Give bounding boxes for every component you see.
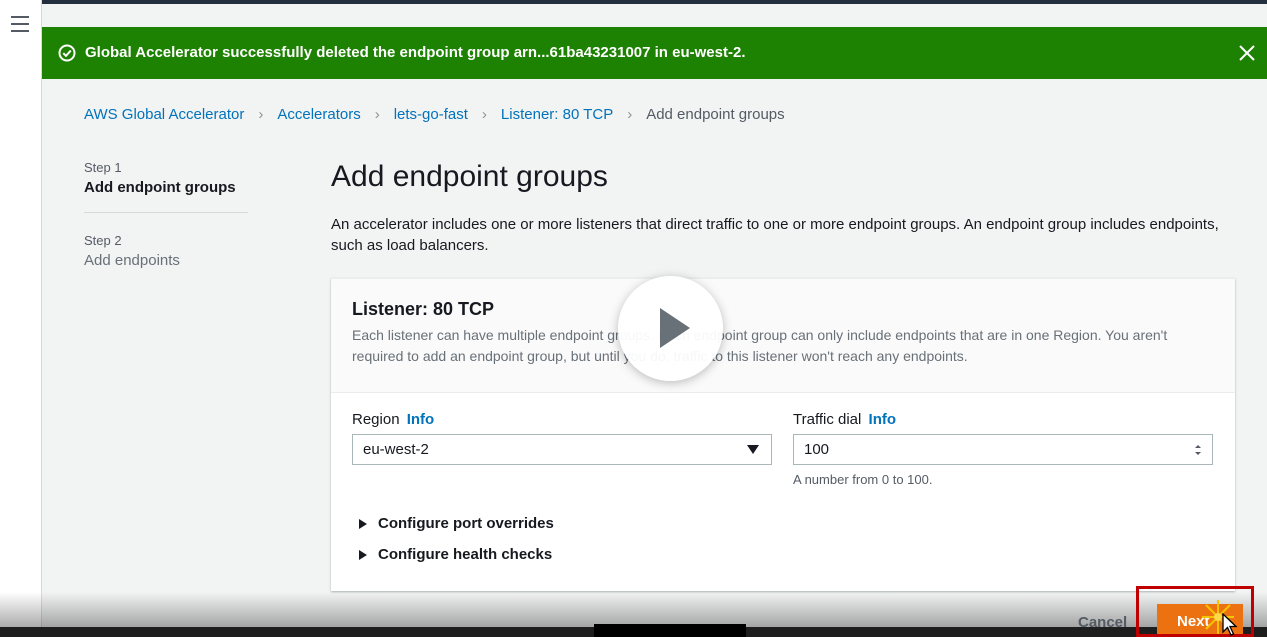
page-title: Add endpoint groups <box>331 160 608 193</box>
check-circle-icon <box>58 44 76 62</box>
expander-label: Configure health checks <box>378 546 553 563</box>
step-1: Step 1 Add endpoint groups <box>84 160 248 196</box>
breadcrumb-accelerator-name[interactable]: lets-go-fast <box>394 106 468 123</box>
next-button[interactable]: Next <box>1157 604 1243 637</box>
caret-down-icon <box>747 445 759 454</box>
region-select[interactable]: eu-west-2 <box>352 434 772 465</box>
listener-description: Each listener can have multiple endpoint… <box>352 327 1168 364</box>
region-label-text: Region <box>352 411 400 428</box>
region-info-link[interactable]: Info <box>407 411 435 428</box>
expander-label: Configure port overrides <box>378 515 554 532</box>
step-number: Step 2 <box>84 233 122 248</box>
breadcrumb: AWS Global Accelerator › Accelerators › … <box>84 106 785 123</box>
page-description: An accelerator includes one or more list… <box>331 216 1219 254</box>
step-title: Add endpoints <box>84 252 180 269</box>
chevron-right-icon: › <box>374 106 380 123</box>
side-navigation-rail <box>0 0 42 637</box>
play-icon <box>660 308 690 348</box>
step-2: Step 2 Add endpoints <box>84 233 248 269</box>
configure-port-overrides-expander[interactable]: Configure port overrides <box>359 515 554 532</box>
traffic-dial-value: 100 <box>804 441 830 458</box>
wizard-steps: Step 1 Add endpoint groups Step 2 Add en… <box>84 160 248 269</box>
number-spinner-icon[interactable] <box>1194 443 1202 457</box>
video-caption-tab <box>594 624 746 637</box>
caret-right-icon <box>359 518 367 529</box>
region-select-value: eu-west-2 <box>363 441 429 458</box>
flash-message: Global Accelerator successfully deleted … <box>85 44 746 61</box>
step-title: Add endpoint groups <box>84 179 236 196</box>
cancel-button[interactable]: Cancel <box>1078 614 1127 631</box>
video-play-button[interactable] <box>618 276 723 381</box>
traffic-dial-hint: A number from 0 to 100. <box>793 472 933 487</box>
success-flash-banner: Global Accelerator successfully deleted … <box>42 27 1267 79</box>
traffic-dial-label-text: Traffic dial <box>793 411 862 428</box>
chevron-right-icon: › <box>258 106 264 123</box>
hamburger-menu-icon[interactable] <box>11 16 29 32</box>
region-label: Region Info <box>352 411 434 428</box>
listener-card-header: Listener: 80 TCP Each listener can have … <box>331 279 1235 393</box>
chevron-right-icon: › <box>627 106 633 123</box>
chevron-right-icon: › <box>481 106 487 123</box>
close-icon[interactable] <box>1237 43 1257 63</box>
step-number: Step 1 <box>84 160 122 175</box>
traffic-dial-info-link[interactable]: Info <box>869 411 897 428</box>
caret-right-icon <box>359 549 367 560</box>
listener-title: Listener: 80 TCP <box>352 299 495 319</box>
traffic-dial-input[interactable]: 100 <box>793 434 1213 465</box>
breadcrumb-listener[interactable]: Listener: 80 TCP <box>501 106 613 123</box>
step-divider <box>84 212 248 213</box>
traffic-dial-label: Traffic dial Info <box>793 411 896 428</box>
breadcrumb-accelerators[interactable]: Accelerators <box>277 106 360 123</box>
configure-health-checks-expander[interactable]: Configure health checks <box>359 546 552 563</box>
top-strip <box>0 0 1267 4</box>
breadcrumb-current: Add endpoint groups <box>646 106 785 123</box>
breadcrumb-global-accelerator[interactable]: AWS Global Accelerator <box>84 106 244 123</box>
listener-card: Listener: 80 TCP Each listener can have … <box>331 278 1235 591</box>
